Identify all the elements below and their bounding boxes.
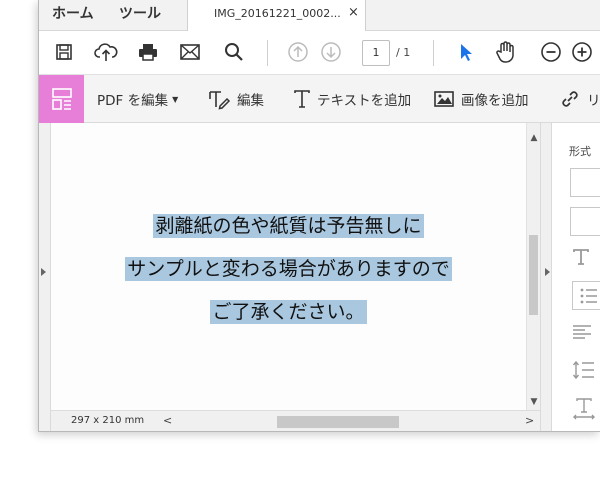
mail-icon[interactable] — [177, 39, 203, 65]
document-tab-name: IMG_20161221_0002... — [214, 7, 341, 20]
close-tab-button[interactable]: × — [348, 5, 359, 20]
tab-home[interactable]: ホーム — [52, 0, 94, 30]
edit-pdf-label: PDF を編集 — [97, 93, 169, 109]
text-style-icon[interactable] — [572, 248, 590, 270]
text-line[interactable]: 剥離紙の色や紙質は予告無しに — [51, 205, 526, 248]
edit-pdf-tool-icon[interactable] — [39, 75, 84, 123]
edit-label: 編集 — [237, 93, 264, 109]
zoom-in-icon[interactable] — [569, 39, 595, 65]
select-arrow-icon[interactable] — [453, 39, 479, 65]
link-label: リ — [587, 93, 600, 109]
selected-text: サンプルと変わる場合がありますので — [125, 257, 452, 281]
edit-icon — [209, 91, 231, 110]
status-bar: 297 x 210 mm < > — [51, 410, 540, 431]
edit-pdf-dropdown[interactable]: PDF を編集 ▼ — [97, 75, 178, 123]
vertical-scroll-thumb[interactable] — [529, 235, 538, 315]
zoom-out-icon[interactable] — [538, 39, 564, 65]
text-line[interactable]: サンプルと変わる場合がありますので — [51, 248, 526, 291]
add-text-button[interactable]: テキストを追加 — [293, 75, 411, 123]
font-family-select[interactable] — [570, 168, 600, 197]
vertical-scrollbar[interactable]: ▲ ▼ — [526, 123, 540, 410]
edit-button[interactable]: 編集 — [207, 75, 264, 123]
bullet-list-button[interactable] — [572, 281, 600, 310]
page-size-readout: 297 x 210 mm — [71, 415, 145, 426]
text-icon — [294, 90, 310, 108]
toolbar-separator — [267, 40, 268, 66]
add-text-label: テキストを追加 — [317, 93, 412, 109]
left-pane-toggle[interactable] — [39, 123, 51, 431]
acrobat-window: ホーム ツール IMG_20161221_0002... × 1 / 1 PDF… — [38, 0, 600, 432]
align-left-icon[interactable] — [572, 324, 592, 344]
dropdown-arrow-icon: ▼ — [172, 94, 179, 104]
document-view[interactable]: 剥離紙の色や紙質は予告無しに サンプルと変わる場合がありますので ご了承ください… — [51, 123, 526, 410]
font-size-select[interactable] — [570, 207, 600, 236]
scroll-down-icon[interactable]: ▼ — [528, 397, 540, 407]
print-icon[interactable] — [135, 39, 161, 65]
tab-bar: ホーム ツール IMG_20161221_0002... × — [39, 0, 600, 31]
expand-arrow-icon — [41, 268, 46, 276]
search-icon[interactable] — [221, 39, 247, 65]
page-number-input[interactable]: 1 — [362, 40, 390, 66]
horizontal-scroll-thumb[interactable] — [277, 416, 399, 428]
tab-tools[interactable]: ツール — [119, 0, 161, 30]
right-pane-toggle[interactable] — [540, 123, 552, 431]
add-image-button[interactable]: 画像を追加 — [433, 75, 529, 123]
upload-icon[interactable] — [93, 39, 119, 65]
save-icon[interactable] — [51, 39, 77, 65]
selected-text: ご了承ください。 — [210, 300, 367, 324]
link-icon — [562, 91, 578, 107]
line-spacing-icon[interactable] — [572, 359, 596, 385]
format-panel-title: 形式 — [569, 145, 591, 158]
page-down-icon[interactable] — [318, 39, 344, 65]
format-panel: 形式 — [552, 123, 600, 431]
document-text: 剥離紙の色や紙質は予告無しに サンプルと変わる場合がありますので ご了承ください… — [51, 205, 526, 334]
scroll-right-button[interactable]: > — [525, 414, 534, 427]
image-icon — [434, 91, 454, 107]
hand-icon[interactable] — [493, 39, 519, 65]
page-up-icon[interactable] — [285, 39, 311, 65]
selected-text: 剥離紙の色や紙質は予告無しに — [153, 214, 424, 238]
scroll-up-icon[interactable]: ▲ — [528, 133, 540, 143]
text-line[interactable]: ご了承ください。 — [51, 291, 526, 334]
toolbar-separator — [433, 40, 434, 66]
scroll-left-button[interactable]: < — [163, 414, 172, 427]
tab-document[interactable]: IMG_20161221_0002... × — [187, 0, 366, 31]
character-spacing-icon[interactable] — [572, 398, 596, 424]
page-total: / 1 — [396, 46, 411, 59]
link-button[interactable]: リ — [559, 75, 600, 123]
main-toolbar: 1 / 1 — [39, 31, 600, 75]
collapse-arrow-icon — [545, 268, 550, 276]
edit-toolbar: PDF を編集 ▼ 編集 テキストを追加 画像を追加 リ — [39, 75, 600, 123]
add-image-label: 画像を追加 — [461, 93, 529, 109]
